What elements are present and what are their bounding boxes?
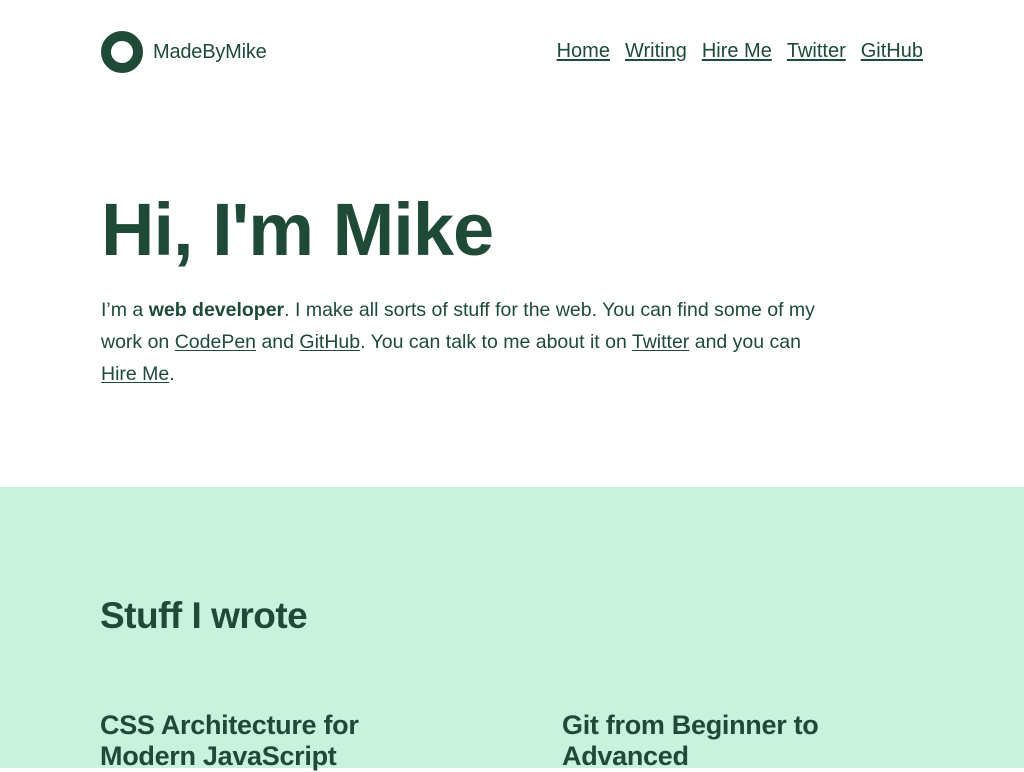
hero-intro: I’m a web developer. I make all sorts of… — [101, 294, 841, 390]
brand-name: MadeByMike — [153, 40, 267, 63]
github-link[interactable]: GitHub — [299, 331, 360, 353]
nav-link-home[interactable]: Home — [557, 40, 610, 63]
nav-link-twitter[interactable]: Twitter — [787, 40, 846, 63]
intro-text-6: . — [169, 363, 175, 385]
brand-link[interactable]: MadeByMike — [101, 31, 267, 73]
intro-text-5: and you can — [689, 331, 801, 353]
nav-link-writing[interactable]: Writing — [625, 40, 687, 63]
writing-section: Stuff I wrote CSS Architecture for Moder… — [0, 487, 1024, 771]
post-title[interactable]: Git from Beginner to Advanced — [562, 710, 902, 772]
hero-title: Hi, I'm Mike — [101, 188, 494, 271]
nav-link-github[interactable]: GitHub — [861, 40, 923, 63]
main-nav: Home Writing Hire Me Twitter GitHub — [557, 40, 923, 63]
intro-strong: web developer — [148, 299, 285, 321]
post-title[interactable]: CSS Architecture for Modern JavaScript — [100, 710, 440, 772]
hire-me-link[interactable]: Hire Me — [101, 363, 169, 385]
intro-text-1: I’m a — [101, 299, 149, 321]
intro-text-4: . You can talk to me about it on — [360, 331, 632, 353]
writing-heading: Stuff I wrote — [100, 595, 308, 636]
intro-text-3: and — [256, 331, 300, 353]
hero-section: Hi, I'm Mike I’m a web developer. I make… — [101, 190, 841, 390]
logo-ring-icon — [101, 31, 143, 73]
codepen-link[interactable]: CodePen — [175, 331, 256, 353]
site-header: MadeByMike Home Writing Hire Me Twitter … — [0, 0, 1024, 104]
twitter-link[interactable]: Twitter — [632, 331, 689, 353]
nav-link-hire-me[interactable]: Hire Me — [702, 40, 772, 63]
